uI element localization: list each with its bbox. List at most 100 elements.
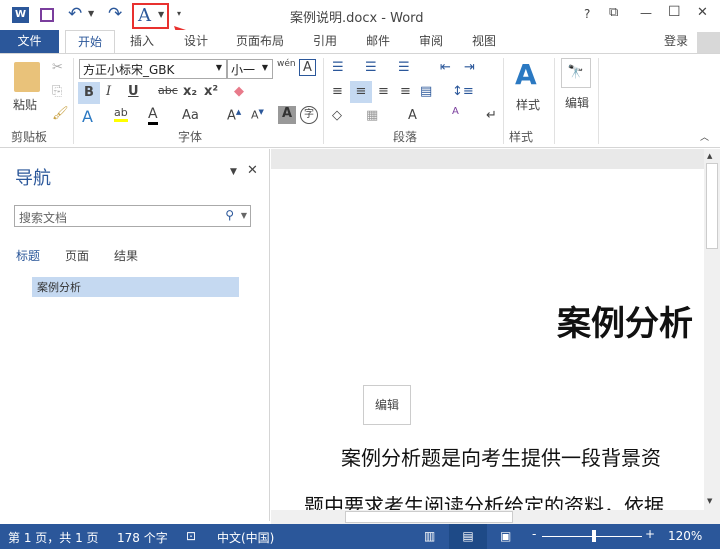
justify-icon[interactable]: ≡ xyxy=(400,84,411,99)
superscript-button[interactable]: x² xyxy=(204,84,218,99)
copy-icon[interactable]: ⎘ xyxy=(52,84,62,99)
zoom-in-button[interactable]: + xyxy=(645,527,655,541)
nav-tab-headings[interactable]: 标题 xyxy=(16,247,40,264)
minimize-button[interactable]: — xyxy=(640,6,652,20)
ribbon-tabs: 文件 开始 插入 设计 页面布局 引用 邮件 审阅 视图 登录 xyxy=(0,30,720,55)
character-shading-icon[interactable]: A xyxy=(278,106,296,124)
horizontal-scrollbar[interactable] xyxy=(271,510,720,524)
nav-close-icon[interactable]: ✕ xyxy=(247,163,258,178)
vertical-scroll-thumb[interactable] xyxy=(706,163,718,249)
doc-heading: 案例分析 xyxy=(557,304,693,344)
character-border-icon[interactable]: A xyxy=(299,59,316,76)
paste-button[interactable]: 粘贴 xyxy=(13,96,37,113)
decrease-indent-icon[interactable]: ⇤ xyxy=(440,60,451,75)
bullets-icon[interactable]: ☰ xyxy=(332,60,344,75)
read-mode-icon[interactable]: ▥ xyxy=(424,529,435,543)
save-icon[interactable] xyxy=(40,8,54,22)
borders-icon[interactable]: ▦ xyxy=(366,108,378,123)
styles-icon[interactable]: A xyxy=(515,58,537,91)
vertical-scrollbar[interactable]: ▲ ▼ xyxy=(704,149,720,510)
word-count[interactable]: 178 个字 xyxy=(117,529,168,546)
nav-options-icon[interactable]: ▼ xyxy=(230,167,237,177)
tab-file[interactable]: 文件 xyxy=(0,30,59,54)
align-center-icon[interactable]: ≡ xyxy=(350,81,372,103)
proofing-icon[interactable]: ⊡ xyxy=(186,529,196,543)
editing-button[interactable]: 编辑 xyxy=(565,94,589,111)
strikethrough-button[interactable]: abc xyxy=(158,84,178,97)
chevron-down-icon: ▼ xyxy=(158,10,165,19)
shrink-font-icon[interactable]: A▼ xyxy=(251,108,264,122)
paste-icon[interactable] xyxy=(14,62,40,92)
line-spacing-icon[interactable]: ↕≡ xyxy=(452,84,474,99)
maximize-button[interactable]: ☐ xyxy=(668,4,681,20)
zoom-slider-thumb[interactable] xyxy=(592,530,596,542)
bold-button[interactable]: B xyxy=(78,82,100,104)
tab-layout[interactable]: 页面布局 xyxy=(228,30,292,54)
undo-icon[interactable]: ↶ xyxy=(68,4,82,24)
zoom-level[interactable]: 120% xyxy=(668,529,702,543)
increase-indent-icon[interactable]: ⇥ xyxy=(464,60,475,75)
enclose-characters-icon[interactable]: 字 xyxy=(300,106,318,124)
collapse-ribbon-icon[interactable]: ︿ xyxy=(700,130,709,143)
numbering-icon[interactable]: ☰ xyxy=(365,60,377,75)
styles-button[interactable]: 样式 xyxy=(516,96,540,113)
font-size-select[interactable]: 小一 ▼ xyxy=(227,59,273,79)
doc-paragraph-2: 题中要求考生阅读分析给定的资料，依据 xyxy=(304,494,664,510)
horizontal-scroll-thumb[interactable] xyxy=(345,511,513,523)
print-layout-button[interactable]: ▤ xyxy=(449,524,487,549)
format-painter-icon[interactable]: 🖌 xyxy=(52,106,69,121)
align-left-icon[interactable]: ≡ xyxy=(332,84,343,99)
grow-font-icon[interactable]: A▲ xyxy=(227,108,241,123)
nav-tab-pages[interactable]: 页面 xyxy=(65,247,89,264)
nav-heading-item[interactable]: 案例分析 xyxy=(32,277,239,297)
underline-button[interactable]: U xyxy=(128,84,139,99)
redo-icon[interactable]: ↷ xyxy=(108,4,122,24)
change-case-icon[interactable]: Aa xyxy=(182,108,199,123)
login-link[interactable]: 登录 xyxy=(658,30,694,54)
clear-formatting-icon[interactable]: ◆ xyxy=(234,84,244,99)
search-placeholder: 搜索文档 xyxy=(19,211,68,225)
cut-icon[interactable]: ✂ xyxy=(52,60,63,75)
nav-search-input[interactable]: 搜索文档 ⚲ ▼ xyxy=(14,205,251,227)
align-right-icon[interactable]: ≡ xyxy=(378,84,389,99)
text-effects-icon[interactable]: A xyxy=(82,107,93,126)
tab-mailings[interactable]: 邮件 xyxy=(358,30,398,54)
italic-button[interactable]: I xyxy=(106,84,111,99)
nav-title: 导航 xyxy=(15,168,51,189)
tab-references[interactable]: 引用 xyxy=(305,30,345,54)
customize-qat-icon[interactable]: ▾ xyxy=(177,9,181,18)
document-page[interactable]: 案例分析 编辑 案例分析题是向考生提供一段背景资 题中要求考生阅读分析给定的资料… xyxy=(271,169,704,510)
font-button[interactable]: A ▼ xyxy=(132,3,169,29)
tab-view[interactable]: 视图 xyxy=(464,30,504,54)
tab-home[interactable]: 开始 xyxy=(65,30,115,55)
zoom-out-button[interactable]: - xyxy=(532,527,536,541)
document-area: 案例分析 编辑 案例分析题是向考生提供一段背景资 题中要求考生阅读分析给定的资料… xyxy=(271,149,704,510)
phonetic-guide-icon[interactable]: wén xyxy=(277,59,296,69)
ribbon-display-button[interactable]: ⧉ xyxy=(609,5,618,20)
font-name-select[interactable]: 方正小标宋_GBK ▼ xyxy=(79,59,227,79)
shading-icon[interactable]: ◇ xyxy=(332,108,342,123)
distributed-icon[interactable]: ▤ xyxy=(420,84,432,99)
sort-icon[interactable]: A xyxy=(452,106,459,117)
paragraph-group-label: 段落 xyxy=(393,130,418,144)
web-layout-icon[interactable]: ▣ xyxy=(500,529,511,543)
tab-insert[interactable]: 插入 xyxy=(122,30,162,54)
font-color-icon[interactable]: A xyxy=(148,106,158,125)
styles-group-label: 样式 xyxy=(509,130,534,144)
font-group-label: 字体 xyxy=(178,130,203,144)
font-size-value: 小一 xyxy=(231,63,256,77)
help-button[interactable]: ? xyxy=(584,7,590,21)
find-binoculars-icon[interactable]: 🔭 xyxy=(561,58,591,88)
tab-review[interactable]: 审阅 xyxy=(411,30,451,54)
asian-layout-icon[interactable]: A xyxy=(408,108,417,123)
highlight-color-icon[interactable]: ab xyxy=(114,106,128,122)
close-button[interactable]: ✕ xyxy=(697,5,708,20)
page-count[interactable]: 第 1 页，共 1 页 xyxy=(8,529,99,546)
show-marks-icon[interactable]: ↵ xyxy=(486,108,497,123)
subscript-button[interactable]: x₂ xyxy=(183,84,197,99)
undo-dropdown-icon[interactable]: ▼ xyxy=(88,9,94,18)
nav-tab-results[interactable]: 结果 xyxy=(114,247,138,264)
multilevel-list-icon[interactable]: ☰ xyxy=(398,60,410,75)
language[interactable]: 中文(中国) xyxy=(217,529,274,546)
tab-design[interactable]: 设计 xyxy=(176,30,216,54)
